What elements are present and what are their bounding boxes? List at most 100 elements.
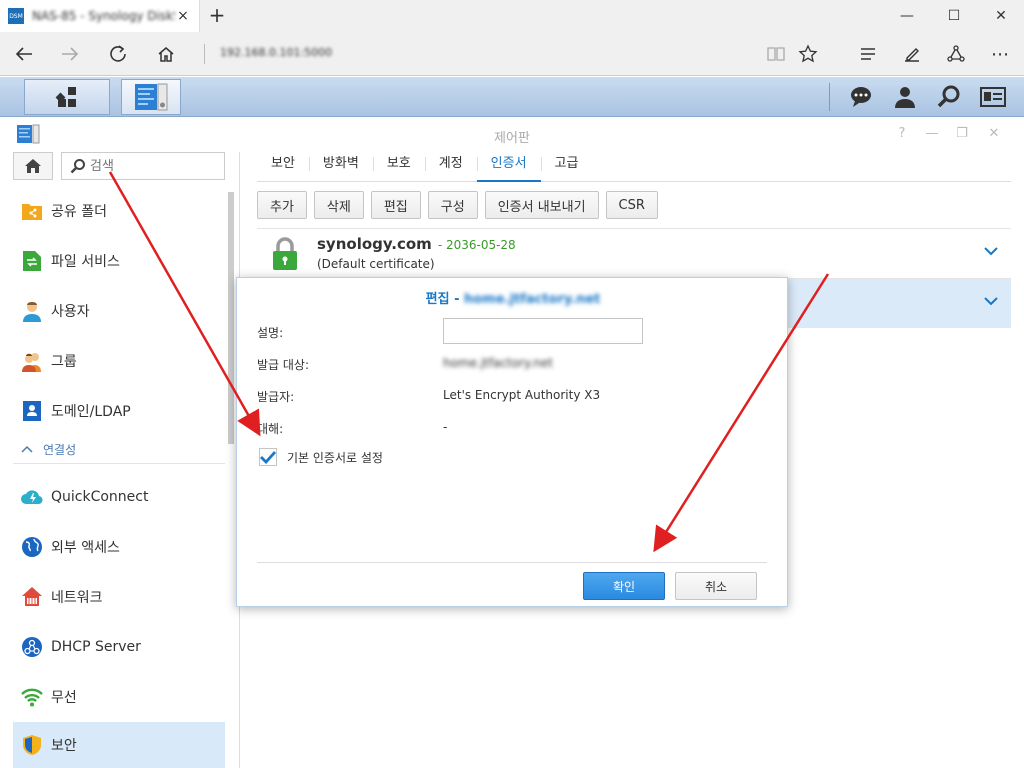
hub-icon xyxy=(861,48,875,60)
ok-button[interactable]: 확인 xyxy=(583,572,665,600)
refresh-button[interactable] xyxy=(102,38,134,70)
main-menu-button[interactable] xyxy=(24,79,110,115)
sidebar-item-label: 네트워크 xyxy=(51,590,103,606)
sidebar-item-label: 외부 액세스 xyxy=(51,540,120,556)
forward-button[interactable] xyxy=(54,38,86,70)
security-tabs: 보안 방화벽 보호 계정 인증서 고급 xyxy=(257,152,1011,182)
certificate-name: synology.com - 2036-05-28 xyxy=(317,235,516,253)
sidebar-item-file-services[interactable]: 파일 서비스 xyxy=(13,238,225,284)
tab-protection[interactable]: 보호 xyxy=(372,152,425,182)
widgets-button[interactable] xyxy=(971,77,1015,117)
external-access-icon xyxy=(21,536,43,558)
search-taskbar-button[interactable] xyxy=(927,77,971,117)
sidebar-item-external-access[interactable]: 외부 액세스 xyxy=(13,524,225,570)
sidebar-item-user[interactable]: 사용자 xyxy=(13,288,225,334)
certificate-domain: synology.com xyxy=(317,235,432,253)
user-icon xyxy=(21,300,43,322)
chat-bubble-icon xyxy=(851,87,871,107)
checkmark-icon xyxy=(260,451,276,464)
sidebar: 공유 폴더 파일 서비스 사용자 그룹 도메인/LDAP xyxy=(0,152,240,768)
sidebar-scrollbar[interactable] xyxy=(228,192,234,444)
dsm-taskbar xyxy=(0,77,1024,117)
cancel-button[interactable]: 취소 xyxy=(675,572,757,600)
issuer-value: Let's Encrypt Authority X3 xyxy=(443,388,601,402)
magnifier-icon xyxy=(937,85,960,108)
default-certificate-checkbox-row[interactable]: 기본 인증서로 설정 xyxy=(259,448,383,466)
window-restore-button[interactable]: ❐ xyxy=(953,126,971,141)
tab-firewall[interactable]: 방화벽 xyxy=(308,152,373,182)
sidebar-section-label: 연결성 xyxy=(43,443,77,457)
configure-button[interactable]: 구성 xyxy=(427,191,478,219)
share-button[interactable] xyxy=(940,38,972,70)
certificate-description: (Default certificate) xyxy=(317,257,435,271)
hub-button[interactable] xyxy=(852,38,884,70)
window-minimize-button[interactable]: — xyxy=(884,0,930,32)
network-icon xyxy=(21,586,43,608)
sidebar-item-label: 공유 폴더 xyxy=(51,204,107,220)
chevron-down-icon[interactable] xyxy=(983,295,999,307)
notifications-button[interactable] xyxy=(839,77,883,117)
file-services-icon xyxy=(21,250,43,272)
add-button[interactable]: 추가 xyxy=(257,191,307,219)
group-icon xyxy=(21,350,43,372)
sidebar-item-domain-ldap[interactable]: 도메인/LDAP xyxy=(13,388,225,434)
delete-button[interactable]: 삭제 xyxy=(313,191,364,219)
dialog-title-prefix: 편집 - xyxy=(425,292,464,307)
forward-arrow-icon xyxy=(62,47,79,61)
sidebar-item-security[interactable]: 보안 xyxy=(13,722,225,768)
tab-advanced[interactable]: 고급 xyxy=(540,152,593,182)
search-input[interactable] xyxy=(90,158,210,174)
browser-tab[interactable]: DSM NAS-85 - Synology DiskStation × xyxy=(0,0,200,32)
url-field[interactable]: 192.168.0.101:5000 xyxy=(220,46,332,59)
wireless-icon xyxy=(21,686,43,708)
reading-view-button[interactable] xyxy=(760,38,792,70)
shared-folder-icon xyxy=(21,200,43,222)
share-icon xyxy=(947,45,965,62)
window-close-button[interactable]: ✕ xyxy=(978,0,1024,32)
taskbar-separator xyxy=(829,83,830,111)
window-minimize-button[interactable]: — xyxy=(923,126,941,141)
back-arrow-icon xyxy=(15,47,32,61)
new-tab-button[interactable]: + xyxy=(205,4,229,28)
padlock-icon xyxy=(273,237,297,270)
star-icon xyxy=(798,44,818,63)
sidebar-item-network[interactable]: 네트워크 xyxy=(13,574,225,620)
control-panel-taskbar-button[interactable] xyxy=(121,79,181,115)
subject-alt-value: - xyxy=(443,420,448,434)
sidebar-search-box[interactable] xyxy=(61,152,225,180)
dialog-title: 편집 - home.jtfactory.net xyxy=(237,288,789,307)
sidebar-item-quickconnect[interactable]: QuickConnect xyxy=(13,474,225,520)
id-card-icon xyxy=(980,87,1006,107)
tab-security[interactable]: 보안 xyxy=(257,152,309,182)
sidebar-item-group[interactable]: 그룹 xyxy=(13,338,225,384)
description-label: 설명: xyxy=(257,326,284,340)
sidebar-section-connectivity[interactable]: 연결성 xyxy=(13,436,225,464)
sidebar-item-dhcp-server[interactable]: DHCP Server xyxy=(13,624,225,670)
default-certificate-checkbox[interactable] xyxy=(259,448,277,466)
tab-close-icon[interactable]: × xyxy=(175,8,191,24)
sidebar-item-label: 보안 xyxy=(51,738,77,754)
window-maximize-button[interactable]: ☐ xyxy=(931,0,977,32)
certificate-row[interactable]: synology.com - 2036-05-28 (Default certif… xyxy=(257,228,1011,278)
sidebar-item-label: 사용자 xyxy=(51,304,90,320)
description-input[interactable] xyxy=(443,318,643,344)
home-button[interactable] xyxy=(13,152,53,180)
home-button[interactable] xyxy=(150,38,182,70)
csr-button[interactable]: CSR xyxy=(605,191,658,219)
window-close-button[interactable]: ✕ xyxy=(985,126,1003,141)
edit-button[interactable]: 편집 xyxy=(370,191,421,219)
user-options-button[interactable] xyxy=(883,77,927,117)
web-note-button[interactable] xyxy=(896,38,928,70)
sidebar-item-wireless[interactable]: 무선 xyxy=(13,674,225,720)
favorite-button[interactable] xyxy=(792,38,824,70)
tab-certificate[interactable]: 인증서 xyxy=(476,152,541,182)
dialog-separator xyxy=(257,562,767,563)
edit-certificate-dialog: 편집 - home.jtfactory.net 설명: 발급 대상: home.… xyxy=(236,277,788,607)
chevron-down-icon[interactable] xyxy=(983,245,999,257)
more-button[interactable]: ⋯ xyxy=(984,38,1016,70)
tab-account[interactable]: 계정 xyxy=(424,152,477,182)
sidebar-item-shared-folder[interactable]: 공유 폴더 xyxy=(13,188,225,234)
help-button[interactable]: ? xyxy=(893,126,911,141)
back-button[interactable] xyxy=(8,38,40,70)
export-certificate-button[interactable]: 인증서 내보내기 xyxy=(484,191,599,219)
